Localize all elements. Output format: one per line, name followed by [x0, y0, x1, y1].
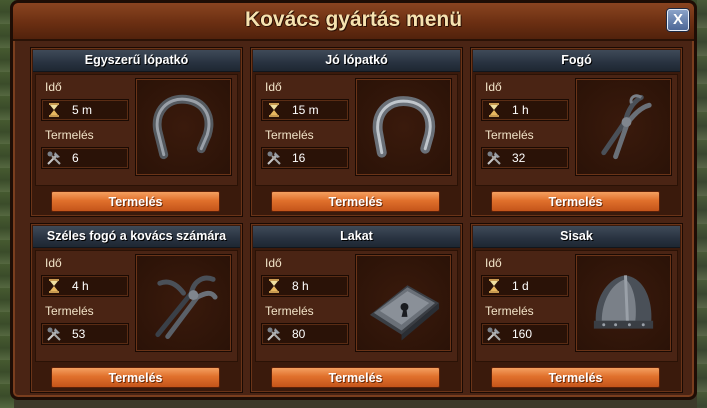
- product-card: Egyszerű lópatkó Idő 5 m Termelés 6 Term…: [30, 47, 243, 217]
- product-body: Idő 5 m Termelés 6: [35, 74, 238, 186]
- time-value-box: 15 m: [261, 99, 349, 121]
- amount-value-box: 160: [481, 323, 569, 345]
- product-card: Jó lópatkó Idő 15 m Termelés 16 Termelés: [250, 47, 463, 217]
- product-card: Fogó Idő 1 h Termelés 32 Termelés: [470, 47, 683, 217]
- production-button[interactable]: Termelés: [271, 367, 440, 388]
- production-label: Termelés: [45, 128, 94, 142]
- product-image: [355, 254, 452, 352]
- time-label: Idő: [45, 80, 62, 94]
- padlock-icon: [369, 285, 440, 341]
- production-label: Termelés: [485, 304, 534, 318]
- production-button[interactable]: Termelés: [271, 191, 440, 212]
- hourglass-icon: [49, 103, 59, 117]
- tongs-icon: [155, 275, 218, 340]
- amount-value: 160: [512, 327, 533, 341]
- product-image: [575, 254, 672, 352]
- hourglass-icon: [269, 103, 279, 117]
- hourglass-icon: [489, 103, 499, 117]
- time-value: 15 m: [292, 103, 319, 117]
- product-image: [575, 78, 672, 176]
- product-title: Sisak: [473, 226, 680, 248]
- product-title: Jó lópatkó: [253, 50, 460, 72]
- production-button[interactable]: Termelés: [51, 191, 220, 212]
- amount-value: 32: [512, 151, 526, 165]
- product-body: Idő 15 m Termelés 16: [255, 74, 458, 186]
- hourglass-icon: [269, 279, 279, 293]
- time-value-box: 4 h: [41, 275, 129, 297]
- time-value: 8 h: [292, 279, 309, 293]
- horseshoe-icon: [152, 94, 214, 160]
- window-title: Kovács gyártás menü: [244, 8, 463, 31]
- time-value-box: 1 h: [481, 99, 569, 121]
- time-label: Idő: [265, 256, 282, 270]
- product-title: Lakat: [253, 226, 460, 248]
- amount-value: 80: [292, 327, 306, 341]
- time-value: 4 h: [72, 279, 89, 293]
- helmet-icon: [593, 275, 654, 329]
- product-body: Idő 8 h Termelés 80: [255, 250, 458, 362]
- hourglass-icon: [489, 279, 499, 293]
- production-button[interactable]: Termelés: [491, 367, 660, 388]
- product-body: Idő 4 h Termelés 53: [35, 250, 238, 362]
- time-value: 5 m: [72, 103, 93, 117]
- production-label: Termelés: [265, 304, 314, 318]
- pliers-icon: [601, 94, 652, 160]
- amount-value-box: 80: [261, 323, 349, 345]
- product-image: [355, 78, 452, 176]
- product-body: Idő 1 h Termelés 32: [475, 74, 678, 186]
- product-card: Sisak Idő 1 d Termelés 160 Termelés: [470, 223, 683, 393]
- amount-value-box: 16: [261, 147, 349, 169]
- time-value-box: 5 m: [41, 99, 129, 121]
- tools-icon: [267, 151, 281, 165]
- production-label: Termelés: [45, 304, 94, 318]
- time-label: Idő: [485, 80, 502, 94]
- product-title: Egyszerű lópatkó: [33, 50, 240, 72]
- hourglass-icon: [49, 279, 59, 293]
- amount-value: 53: [72, 327, 86, 341]
- amount-value-box: 32: [481, 147, 569, 169]
- product-image: [135, 78, 232, 176]
- amount-value: 6: [72, 151, 79, 165]
- time-label: Idő: [265, 80, 282, 94]
- product-title: Fogó: [473, 50, 680, 72]
- horseshoe-icon: [372, 96, 436, 158]
- time-value: 1 h: [512, 103, 529, 117]
- amount-value: 16: [292, 151, 306, 165]
- time-value: 1 d: [512, 279, 529, 293]
- tools-icon: [47, 327, 61, 341]
- tools-icon: [487, 151, 501, 165]
- production-label: Termelés: [265, 128, 314, 142]
- production-label: Termelés: [485, 128, 534, 142]
- blacksmith-window: Kovács gyártás menü X Egyszerű lópatkó I…: [10, 0, 697, 400]
- tools-icon: [487, 327, 501, 341]
- time-value-box: 8 h: [261, 275, 349, 297]
- product-card: Széles fogó a kovács számára Idő 4 h Ter…: [30, 223, 243, 393]
- product-image: [135, 254, 232, 352]
- tools-icon: [267, 327, 281, 341]
- time-label: Idő: [45, 256, 62, 270]
- amount-value-box: 6: [41, 147, 129, 169]
- close-button[interactable]: X: [667, 9, 689, 31]
- production-button[interactable]: Termelés: [51, 367, 220, 388]
- tools-icon: [47, 151, 61, 165]
- title-bar: Kovács gyártás menü X: [13, 3, 694, 41]
- time-label: Idő: [485, 256, 502, 270]
- product-body: Idő 1 d Termelés 160: [475, 250, 678, 362]
- background-right: [697, 0, 707, 408]
- product-card: Lakat Idő 8 h Termelés 80 Termelés: [250, 223, 463, 393]
- time-value-box: 1 d: [481, 275, 569, 297]
- production-button[interactable]: Termelés: [491, 191, 660, 212]
- product-title: Széles fogó a kovács számára: [33, 226, 240, 248]
- amount-value-box: 53: [41, 323, 129, 345]
